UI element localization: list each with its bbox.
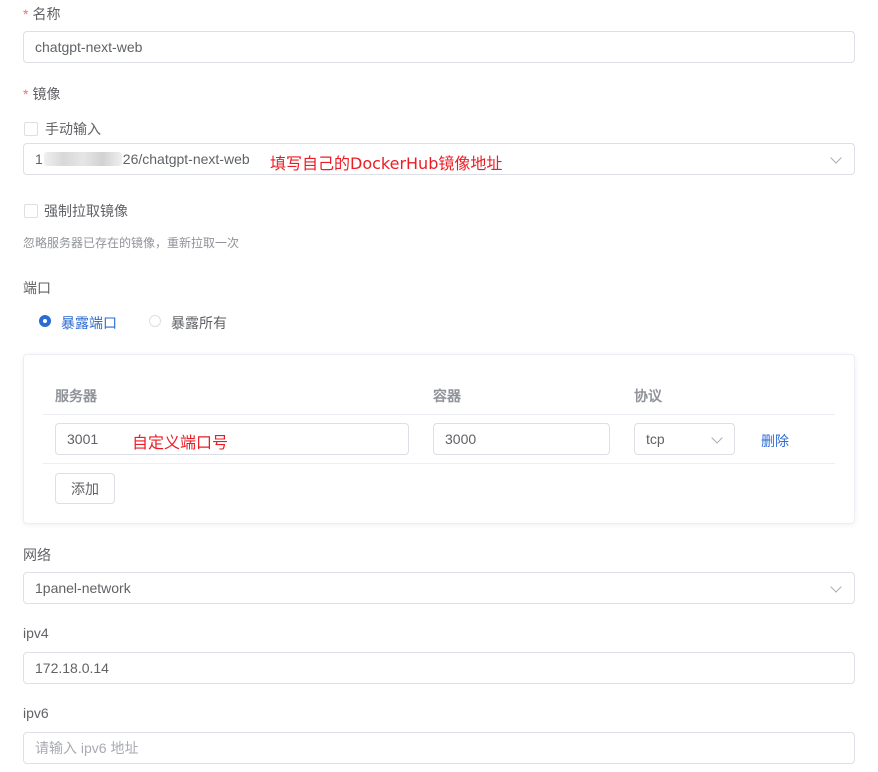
table-header-divider <box>43 414 835 415</box>
network-label: 网络 <box>23 547 51 563</box>
add-port-button[interactable]: 添加 <box>55 473 115 504</box>
force-pull-label: 强制拉取镜像 <box>44 203 128 219</box>
manual-input-checkbox[interactable] <box>24 122 38 136</box>
force-pull-hint: 忽略服务器已存在的镜像，重新拉取一次 <box>23 236 240 250</box>
manual-input-label: 手动输入 <box>45 121 101 137</box>
force-pull-checkbox[interactable] <box>24 204 38 218</box>
ports-label: 端口 <box>23 280 51 296</box>
ipv6-input[interactable]: 请输入 ipv6 地址 <box>23 732 855 764</box>
name-input[interactable]: chatgpt-next-web <box>23 31 855 63</box>
delete-row-link[interactable]: 删除 <box>761 431 789 451</box>
port-annotation: 自定义端口号 <box>132 433 229 452</box>
table-header-server: 服务器 <box>55 388 97 404</box>
table-header-container: 容器 <box>433 388 461 404</box>
image-label: * 镜像 <box>23 86 61 102</box>
redacted-region <box>43 152 122 166</box>
table-header-protocol: 协议 <box>634 388 662 404</box>
server-port-input[interactable]: 3001 <box>55 423 409 455</box>
radio-expose-all-label[interactable]: 暴露所有 <box>171 313 227 333</box>
ipv4-label: ipv4 <box>23 625 49 641</box>
ipv4-input[interactable]: 172.18.0.14 <box>23 652 855 684</box>
image-annotation: 填写自己的DockerHub镜像地址 <box>270 154 503 173</box>
table-row-divider <box>43 463 835 464</box>
radio-expose-all[interactable] <box>149 315 161 327</box>
network-select[interactable]: 1panel-network <box>23 572 855 604</box>
radio-expose-ports[interactable] <box>39 315 51 327</box>
name-label: * 名称 <box>23 6 61 22</box>
radio-expose-ports-label[interactable]: 暴露端口 <box>61 313 117 333</box>
container-port-input[interactable]: 3000 <box>433 423 610 455</box>
ipv6-label: ipv6 <box>23 705 49 721</box>
